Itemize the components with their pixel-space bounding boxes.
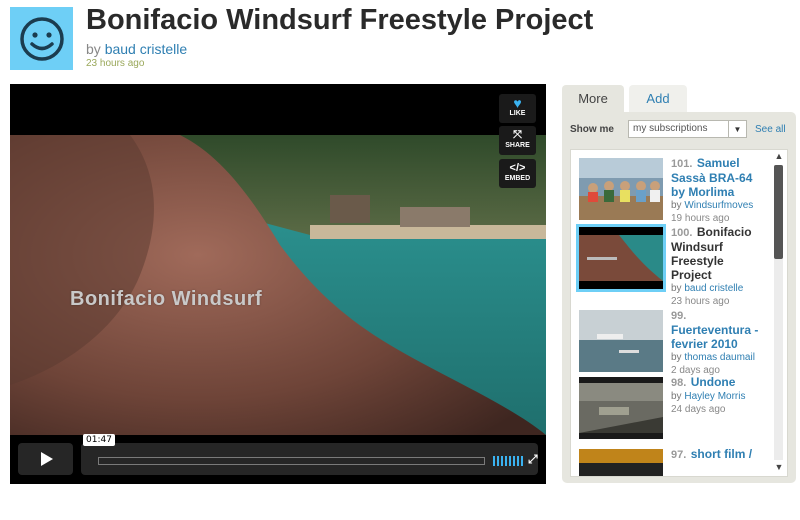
item-number: 101. <box>671 158 693 170</box>
item-title-link[interactable]: Fuerteventura - fevrier 2010 <box>671 323 758 351</box>
timecode-tooltip: 01:47 <box>83 434 115 446</box>
filter-select[interactable]: my subscriptions ▼ <box>628 120 747 138</box>
video-title: Bonifacio Windsurf Freestyle Project <box>86 4 594 36</box>
item-author-link[interactable]: Hayley Morris <box>684 391 745 402</box>
item-meta: 98. Undone by Hayley Morris 24 days ago <box>671 375 767 416</box>
item-by: by <box>671 200 682 211</box>
list-item[interactable]: 97. short film / <box>571 444 769 476</box>
user-avatar[interactable] <box>10 7 73 70</box>
list-item[interactable]: 98. Undone by Hayley Morris 24 days ago <box>571 372 769 447</box>
video-thumbnail[interactable] <box>579 158 663 220</box>
fullscreen-icon[interactable]: ⤢ <box>528 452 538 467</box>
share-label: SHARE <box>505 142 530 149</box>
item-number: 99. <box>671 310 687 322</box>
item-by: by <box>671 391 682 402</box>
video-list: 101. Samuel Sassà BRA-64 by Morlima by W… <box>570 149 788 477</box>
related-videos-panel: More Add Show me my subscriptions ▼ See … <box>562 84 796 483</box>
share-icon: ⤧ <box>513 129 522 141</box>
item-time: 24 days ago <box>671 404 726 415</box>
item-meta: 100. Bonifacio Windsurf Freestyle Projec… <box>671 225 767 308</box>
player-controls: ⤢ 01:47 <box>18 434 538 475</box>
list-item[interactable]: 99. Fuerteventura - fevrier 2010 by thom… <box>571 305 769 380</box>
scroll-thumb[interactable] <box>774 165 783 259</box>
by-prefix: by <box>86 41 101 57</box>
panel-body: Show me my subscriptions ▼ See all 101. … <box>562 112 796 483</box>
item-by: by <box>671 283 682 294</box>
item-meta: 101. Samuel Sassà BRA-64 by Morlima by W… <box>671 156 767 225</box>
show-me-label: Show me <box>570 124 614 135</box>
list-item[interactable]: 101. Samuel Sassà BRA-64 by Morlima by W… <box>571 153 769 228</box>
item-meta: 97. short film / <box>671 447 767 462</box>
embed-label: EMBED <box>504 175 531 182</box>
item-by: by <box>671 352 682 363</box>
item-meta: 99. Fuerteventura - fevrier 2010 by thom… <box>671 308 767 377</box>
video-frame[interactable] <box>10 135 546 435</box>
video-thumbnail[interactable] <box>579 449 663 476</box>
heart-icon: ♥ <box>513 95 522 111</box>
upload-time: 23 hours ago <box>86 58 145 69</box>
video-overlay-title: Bonifacio Windsurf <box>70 288 263 310</box>
like-label: LIKE <box>509 110 526 117</box>
smiley-face-icon <box>19 16 64 61</box>
seek-bar[interactable] <box>98 457 485 465</box>
item-title-link[interactable]: short film / <box>691 447 752 461</box>
item-title-link[interactable]: Undone <box>691 375 736 389</box>
item-author-link[interactable]: thomas daumail <box>684 352 755 363</box>
progress-bar-container: ⤢ <box>81 443 538 475</box>
share-button[interactable]: ⤧ SHARE <box>499 126 536 155</box>
list-scrollbar[interactable]: ▲ ▼ <box>772 150 786 476</box>
chevron-up-icon[interactable]: ▲ <box>772 151 786 163</box>
byline: by baud cristelle <box>86 41 187 57</box>
embed-icon: </> <box>509 162 526 174</box>
embed-button[interactable]: </> EMBED <box>499 159 536 188</box>
chevron-down-icon[interactable]: ▼ <box>772 462 786 474</box>
filter-select-value: my subscriptions <box>633 123 708 134</box>
tab-add[interactable]: Add <box>629 85 687 112</box>
see-all-link[interactable]: See all <box>755 124 786 135</box>
item-number: 98. <box>671 377 687 389</box>
author-link[interactable]: baud cristelle <box>105 41 188 57</box>
list-item-selected[interactable]: 100. Bonifacio Windsurf Freestyle Projec… <box>571 222 769 307</box>
item-author-link[interactable]: baud cristelle <box>684 283 743 294</box>
item-author-link[interactable]: Windsurfmoves <box>684 200 753 211</box>
like-button[interactable]: ♥ LIKE <box>499 94 536 123</box>
item-number: 97. <box>671 449 687 461</box>
video-thumbnail[interactable] <box>579 377 663 439</box>
play-button[interactable] <box>18 443 73 475</box>
video-thumbnail[interactable] <box>576 224 666 292</box>
chevron-down-icon: ▼ <box>728 121 746 137</box>
tab-more[interactable]: More <box>562 85 624 112</box>
play-icon <box>41 452 53 466</box>
item-number: 100. <box>671 227 693 239</box>
video-player[interactable]: Bonifacio Windsurf ♥ LIKE ⤧ SHARE </> EM… <box>10 84 546 484</box>
volume-icon[interactable] <box>493 456 523 466</box>
video-thumbnail[interactable] <box>579 310 663 372</box>
